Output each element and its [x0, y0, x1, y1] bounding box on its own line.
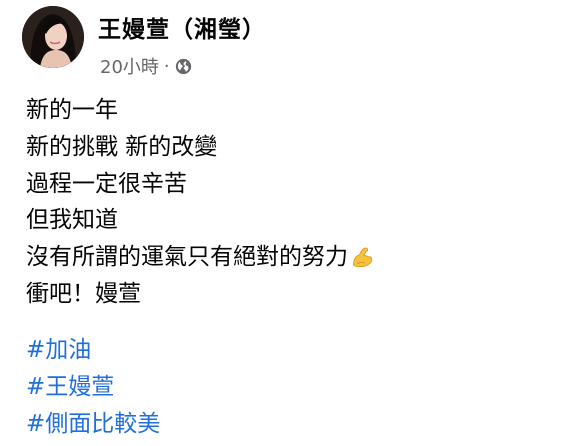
post-header: 王嫚萱（湘瑩） 20小時 · — [22, 6, 542, 80]
message-line: 新的一年 — [26, 92, 546, 129]
author-avatar[interactable] — [22, 6, 84, 68]
post-meta: 20小時 · — [100, 54, 192, 78]
author-name[interactable]: 王嫚萱（湘瑩） — [98, 10, 266, 44]
hashtag-link[interactable]: #加油 — [26, 332, 546, 369]
message-line: 新的挑戰 新的改變 — [26, 129, 546, 166]
message-line: 衝吧！嫚萱 — [26, 276, 546, 313]
post-timestamp[interactable]: 20小時 — [100, 53, 159, 79]
avatar-image — [22, 6, 84, 68]
message-line: 沒有所謂的運氣只有絕對的努力 — [26, 239, 546, 276]
message-line: 過程一定很辛苦 — [26, 166, 546, 203]
message-line-text: 衝吧！嫚萱 — [26, 280, 141, 307]
message-line: 但我知道 — [26, 202, 546, 239]
hashtag-list: #加油 #王嫚萱 #側面比較美 — [26, 332, 546, 443]
message-line-text: 新的挑戰 新的改變 — [26, 133, 218, 160]
message-line-text: 新的一年 — [26, 97, 118, 123]
hashtag-link[interactable]: #王嫚萱 — [26, 369, 546, 406]
message-line-text: 沒有所謂的運氣只有絕對的努力 — [26, 244, 348, 271]
hashtag-link[interactable]: #側面比較美 — [26, 406, 546, 443]
flexed-biceps-icon — [350, 245, 375, 270]
message-line-text: 過程一定很辛苦 — [26, 170, 187, 197]
meta-separator: · — [163, 55, 170, 77]
facebook-post: 王嫚萱（湘瑩） 20小時 · 新的一年 新的挑戰 新的改變 過程一定很辛苦 但我… — [0, 0, 561, 446]
post-message: 新的一年 新的挑戰 新的改變 過程一定很辛苦 但我知道 沒有所謂的運氣只有絕對的… — [26, 92, 546, 313]
globe-icon[interactable] — [175, 58, 192, 75]
message-line-text: 但我知道 — [26, 207, 118, 234]
